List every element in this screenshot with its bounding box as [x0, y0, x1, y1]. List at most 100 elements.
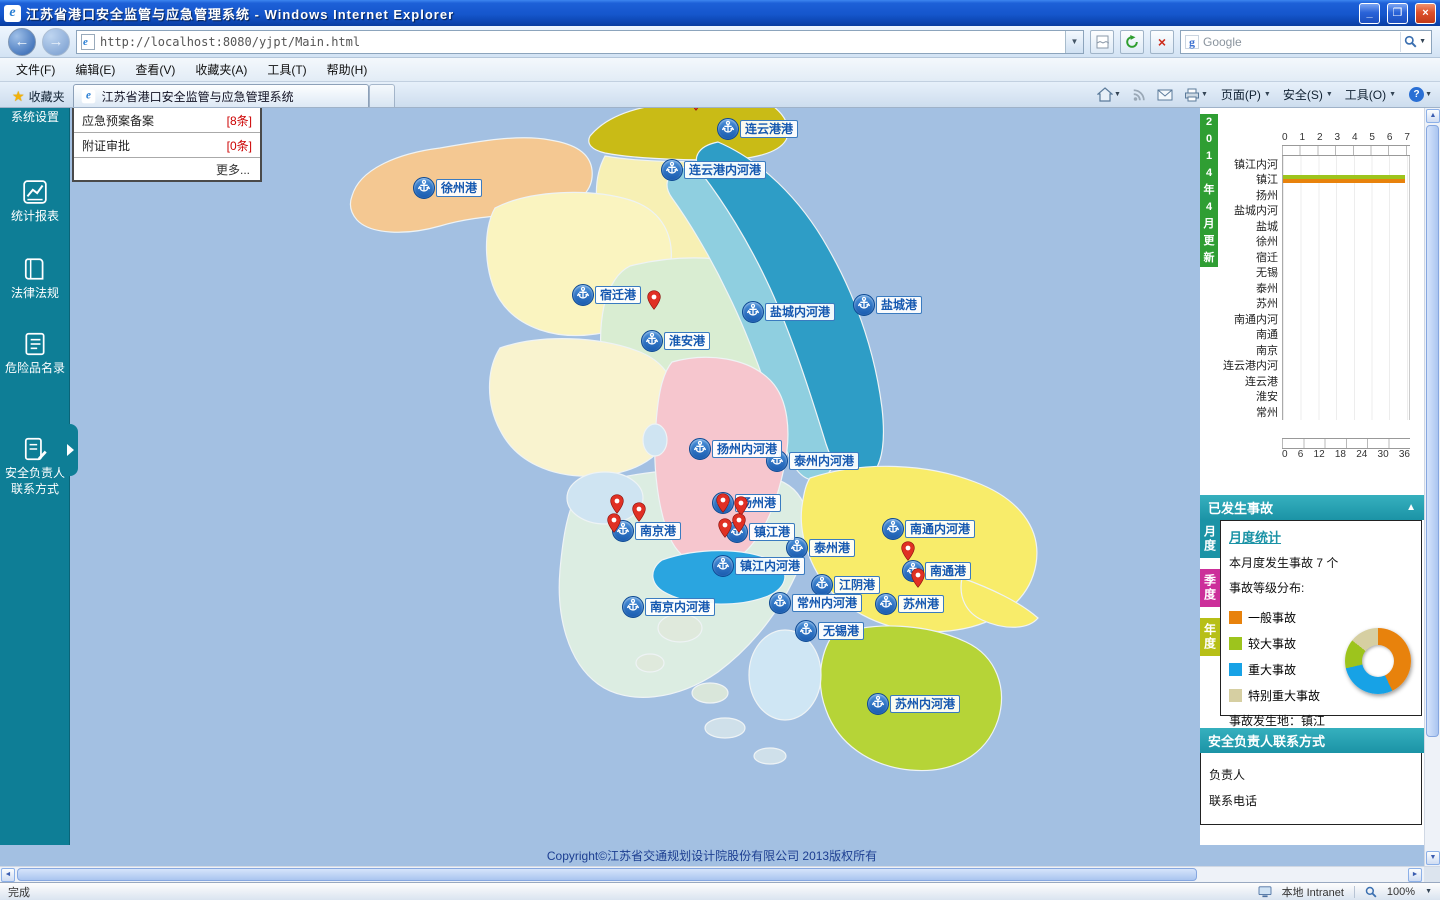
port-marker-anchor[interactable] — [712, 555, 734, 577]
quick-panel-row[interactable]: 附证审批 [0条] — [74, 133, 260, 158]
menu-item[interactable]: 查看(V) — [125, 58, 185, 81]
collapse-up-icon[interactable]: ▲ — [1406, 502, 1416, 513]
toolbar-text-button[interactable]: 页面(P) ▼ — [1215, 84, 1277, 105]
map-pin-icon[interactable] — [646, 290, 662, 315]
search-go-button[interactable]: ▼ — [1400, 31, 1429, 52]
map-pin-icon[interactable] — [631, 502, 647, 527]
minimize-button[interactable]: _ — [1359, 2, 1380, 24]
menu-item[interactable]: 编辑(E) — [65, 58, 125, 81]
map-pin-icon[interactable] — [715, 493, 731, 518]
sidebar-item-0[interactable]: 系统设置 — [0, 109, 70, 125]
favorites-button[interactable]: ★ 收藏夹 — [4, 85, 73, 107]
port-label[interactable]: 扬州内河港 — [712, 440, 783, 458]
search-box[interactable]: g Google ▼ — [1180, 29, 1432, 54]
jiangsu-map[interactable] — [70, 108, 1200, 845]
port-marker-anchor[interactable] — [882, 518, 904, 540]
quick-panel-row[interactable]: 应急预案备案 [8条] — [74, 108, 260, 133]
port-marker-anchor[interactable] — [661, 159, 683, 181]
port-label[interactable]: 连云港港 — [740, 120, 799, 138]
address-dropdown-icon[interactable]: ▼ — [1065, 30, 1083, 53]
map-pin-icon[interactable] — [910, 568, 926, 593]
period-tab-2[interactable]: 年度 — [1200, 618, 1220, 656]
restore-button[interactable]: ❐ — [1387, 2, 1408, 24]
period-tab-1[interactable]: 季度 — [1200, 569, 1220, 607]
forward-button[interactable]: → — [42, 27, 70, 56]
scroll-up-button[interactable]: ▲ — [1426, 109, 1440, 123]
port-label[interactable]: 江阴港 — [834, 576, 881, 594]
zoom-level[interactable]: 100% — [1387, 886, 1415, 898]
stop-button[interactable]: × — [1150, 29, 1174, 54]
port-label[interactable]: 常州内河港 — [792, 594, 863, 612]
port-label[interactable]: 泰州港 — [809, 539, 856, 557]
port-label[interactable]: 镇江内河港 — [735, 557, 806, 575]
more-link[interactable]: 更多... — [74, 158, 260, 180]
map-pin-icon[interactable] — [731, 513, 747, 538]
toolbar-text-button[interactable]: 安全(S) ▼ — [1277, 84, 1339, 105]
port-marker-anchor[interactable] — [811, 574, 833, 596]
url-text[interactable]: http://localhost:8080/yjpt/Main.html — [100, 35, 1065, 49]
port-marker-anchor[interactable] — [769, 592, 791, 614]
map-pin-icon[interactable] — [606, 513, 622, 538]
port-marker-anchor[interactable] — [689, 438, 711, 460]
print-button[interactable]: ▼ — [1180, 86, 1212, 104]
map-pin-icon[interactable] — [688, 108, 704, 116]
horizontal-scroll-thumb[interactable] — [17, 868, 1197, 881]
scroll-left-button[interactable]: ◄ — [1, 868, 15, 882]
search-input[interactable]: Google — [1203, 35, 1396, 49]
close-button[interactable]: × — [1415, 2, 1436, 24]
port-label[interactable]: 徐州港 — [436, 179, 483, 197]
feeds-button[interactable] — [1128, 86, 1150, 104]
sidebar-item-1[interactable]: 统计报表 — [0, 179, 70, 224]
menu-item[interactable]: 帮助(H) — [317, 58, 378, 81]
contact-panel-header[interactable]: 安全负责人联系方式 — [1200, 728, 1424, 753]
scroll-down-button[interactable]: ▼ — [1426, 851, 1440, 865]
port-label[interactable]: 南京内河港 — [645, 598, 716, 616]
map-pin-icon[interactable] — [900, 541, 916, 566]
toolbar-text-button[interactable]: 工具(O) ▼ — [1339, 84, 1402, 105]
port-marker-anchor[interactable] — [795, 620, 817, 642]
port-label[interactable]: 镇江港 — [749, 523, 796, 541]
period-tab-0[interactable]: 月度 — [1200, 520, 1220, 558]
compatibility-button[interactable] — [1090, 29, 1114, 54]
help-button[interactable]: ? ▼ — [1405, 85, 1436, 104]
vertical-scrollbar[interactable]: ▲ ▼ — [1424, 108, 1440, 866]
port-marker-anchor[interactable] — [641, 330, 663, 352]
port-label[interactable]: 宿迁港 — [595, 286, 642, 304]
home-button[interactable]: ▼ — [1093, 85, 1125, 104]
port-label[interactable]: 苏州港 — [898, 595, 945, 613]
accidents-panel-header[interactable]: 已发生事故 ▲ — [1200, 495, 1424, 520]
zoom-dropdown-icon[interactable]: ▼ — [1425, 888, 1432, 895]
port-marker-anchor[interactable] — [622, 596, 644, 618]
menu-item[interactable]: 文件(F) — [6, 58, 65, 81]
port-label[interactable]: 无锡港 — [818, 622, 865, 640]
sidebar-item-3[interactable]: 危险品名录 — [0, 331, 70, 376]
active-tab[interactable]: e 江苏省港口安全监管与应急管理系统 — [72, 84, 369, 107]
port-marker-anchor[interactable] — [742, 301, 764, 323]
port-label[interactable]: 盐城内河港 — [765, 303, 836, 321]
chart-bar[interactable] — [1283, 179, 1406, 184]
port-marker-anchor[interactable] — [717, 118, 739, 140]
address-field[interactable]: e http://localhost:8080/yjpt/Main.html ▼ — [76, 29, 1084, 54]
port-label[interactable]: 南通港 — [925, 562, 972, 580]
port-label[interactable]: 泰州内河港 — [789, 452, 860, 470]
scroll-right-button[interactable]: ► — [1408, 868, 1422, 882]
port-marker-anchor[interactable] — [572, 284, 594, 306]
read-mail-button[interactable] — [1153, 87, 1177, 103]
horizontal-scrollbar[interactable]: ◄ ► — [0, 866, 1440, 882]
menu-item[interactable]: 工具(T) — [257, 58, 316, 81]
port-label[interactable]: 连云港内河港 — [684, 161, 767, 179]
port-marker-anchor[interactable] — [867, 693, 889, 715]
port-marker-anchor[interactable] — [413, 177, 435, 199]
sidebar-item-4[interactable]: 安全负责人联系方式 — [0, 436, 70, 497]
map-area[interactable]: 应急预案备案 [8条] 附证审批 [0条] 更多... 连云港港连云港内河港徐州港宿迁港… — [70, 108, 1200, 845]
port-label[interactable]: 盐城港 — [876, 296, 923, 314]
port-label[interactable]: 南通内河港 — [905, 520, 976, 538]
port-label[interactable]: 苏州内河港 — [890, 695, 961, 713]
vertical-scroll-thumb[interactable] — [1426, 125, 1439, 737]
port-marker-anchor[interactable] — [853, 294, 875, 316]
back-button[interactable]: ← — [8, 27, 36, 56]
menu-item[interactable]: 收藏夹(A) — [185, 58, 257, 81]
new-tab-button[interactable] — [368, 84, 395, 107]
refresh-button[interactable] — [1120, 29, 1144, 54]
sidebar-item-2[interactable]: 法律法规 — [0, 256, 70, 301]
